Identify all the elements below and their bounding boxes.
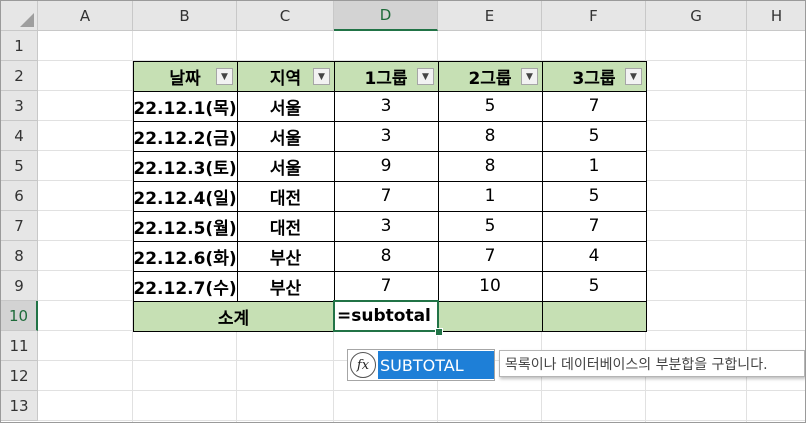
column-header-c[interactable]: C xyxy=(237,1,334,31)
total-cell-e10[interactable] xyxy=(438,301,542,331)
table-data-cell[interactable]: 부산 xyxy=(237,271,334,301)
filter-dropdown-icon[interactable]: ▼ xyxy=(313,68,330,85)
table-border-vertical xyxy=(438,61,439,331)
table-border-horizontal xyxy=(133,151,646,152)
autocomplete-list[interactable]: fx SUBTOTAL xyxy=(347,349,495,381)
table-border-horizontal xyxy=(133,91,646,92)
table-border-vertical xyxy=(542,61,543,331)
table-data-cell[interactable]: 대전 xyxy=(237,211,334,241)
row-header-5[interactable]: 5 xyxy=(1,151,38,181)
table-data-cell[interactable]: 부산 xyxy=(237,241,334,271)
row-header-13[interactable]: 13 xyxy=(1,391,38,421)
table-data-cell[interactable]: 8 xyxy=(438,121,542,151)
total-cell-f10[interactable] xyxy=(542,301,646,331)
autocomplete-item-subtotal[interactable]: SUBTOTAL xyxy=(378,351,494,379)
spreadsheet-window: ABCDEFGH 1 2 3 4 5 6 7 8 9 10 11 12 13 날짜 ▼ 지역 ▼ 1그룹 ▼ 2그룹… xyxy=(0,0,806,423)
column-header-g[interactable]: G xyxy=(646,1,747,31)
table-data-cell[interactable]: 3 xyxy=(334,121,438,151)
filter-dropdown-icon[interactable]: ▼ xyxy=(216,68,233,85)
table-data-cell[interactable]: 22.12.4(일) xyxy=(133,181,237,211)
table-data-cell[interactable]: 7 xyxy=(542,211,646,241)
table-data-cell[interactable]: 22.12.7(수) xyxy=(133,271,237,301)
table-data-cell[interactable]: 22.12.6(화) xyxy=(133,241,237,271)
table-data-cell[interactable]: 1 xyxy=(542,151,646,181)
table-border-horizontal xyxy=(133,271,646,272)
gridline-horizontal xyxy=(38,420,805,421)
table-data-cell[interactable]: 5 xyxy=(438,91,542,121)
row-header-2[interactable]: 2 xyxy=(1,61,38,91)
table-header-cell[interactable]: 1그룹 ▼ xyxy=(334,61,438,91)
table-data-cell[interactable]: 7 xyxy=(334,181,438,211)
column-header-d[interactable]: D xyxy=(334,1,438,31)
table-data-cell[interactable]: 22.12.5(월) xyxy=(133,211,237,241)
subtotal-label-cell[interactable]: 소계 xyxy=(133,301,334,331)
column-header-f[interactable]: F xyxy=(542,1,646,31)
table-data-cell[interactable]: 10 xyxy=(438,271,542,301)
row-header-1[interactable]: 1 xyxy=(1,31,38,61)
filter-dropdown-icon[interactable]: ▼ xyxy=(417,68,434,85)
row-header-6[interactable]: 6 xyxy=(1,181,38,211)
table-data-cell[interactable]: 22.12.1(목) xyxy=(133,91,237,121)
table-header-cell[interactable]: 2그룹 ▼ xyxy=(438,61,542,91)
table-data-cell[interactable]: 서울 xyxy=(237,151,334,181)
table-data-cell[interactable]: 5 xyxy=(542,121,646,151)
table-data-cell[interactable]: 9 xyxy=(334,151,438,181)
table-data-cell[interactable]: 8 xyxy=(438,151,542,181)
table-data-cell[interactable]: 서울 xyxy=(237,121,334,151)
table-header-cell[interactable]: 날짜 ▼ xyxy=(133,61,237,91)
table-data-cell[interactable]: 22.12.2(금) xyxy=(133,121,237,151)
table-border-vertical xyxy=(334,61,335,331)
filter-dropdown-icon[interactable]: ▼ xyxy=(521,68,538,85)
column-header-e[interactable]: E xyxy=(438,1,542,31)
table-data-cell[interactable]: 3 xyxy=(334,211,438,241)
table-data-cell[interactable]: 1 xyxy=(438,181,542,211)
table-data-cell[interactable]: 3 xyxy=(334,91,438,121)
row-header-8[interactable]: 8 xyxy=(1,241,38,271)
table-header-cell[interactable]: 3그룹 ▼ xyxy=(542,61,646,91)
active-cell-d10[interactable]: =subtotal xyxy=(333,300,439,332)
table-header-cell[interactable]: 지역 ▼ xyxy=(237,61,334,91)
row-header-3[interactable]: 3 xyxy=(1,91,38,121)
table-data-cell[interactable]: 7 xyxy=(438,241,542,271)
table-border-horizontal xyxy=(133,241,646,242)
table-data-cell[interactable]: 5 xyxy=(438,211,542,241)
column-header-b[interactable]: B xyxy=(133,1,237,31)
row-header-9[interactable]: 9 xyxy=(1,271,38,301)
row-header-11[interactable]: 11 xyxy=(1,331,38,361)
table-data-cell[interactable]: 서울 xyxy=(237,91,334,121)
table-data-cell[interactable]: 8 xyxy=(334,241,438,271)
select-all-button[interactable] xyxy=(1,1,38,31)
row-header-12[interactable]: 12 xyxy=(1,361,38,391)
function-tooltip: 목록이나 데이터베이스의 부분합을 구합니다. xyxy=(499,350,805,377)
filter-dropdown-icon[interactable]: ▼ xyxy=(625,68,642,85)
select-all-triangle-icon xyxy=(20,13,34,27)
table-data-cell[interactable]: 7 xyxy=(334,271,438,301)
row-header-4[interactable]: 4 xyxy=(1,121,38,151)
table-data-cell[interactable]: 5 xyxy=(542,271,646,301)
column-header-a[interactable]: A xyxy=(38,1,133,31)
column-header-h[interactable]: H xyxy=(747,1,805,31)
table-border-horizontal xyxy=(133,211,646,212)
table-border-horizontal xyxy=(133,121,646,122)
gridline-horizontal xyxy=(38,390,805,391)
table-data-cell[interactable]: 7 xyxy=(542,91,646,121)
table-data-cell[interactable]: 대전 xyxy=(237,181,334,211)
table-data-cell[interactable]: 4 xyxy=(542,241,646,271)
table-border-horizontal xyxy=(133,181,646,182)
row-header-10[interactable]: 10 xyxy=(1,301,38,331)
table-data-cell[interactable]: 22.12.3(토) xyxy=(133,151,237,181)
table-data-cell[interactable]: 5 xyxy=(542,181,646,211)
fill-handle[interactable] xyxy=(435,328,443,336)
function-fx-icon: fx xyxy=(350,352,376,378)
row-header-7[interactable]: 7 xyxy=(1,211,38,241)
